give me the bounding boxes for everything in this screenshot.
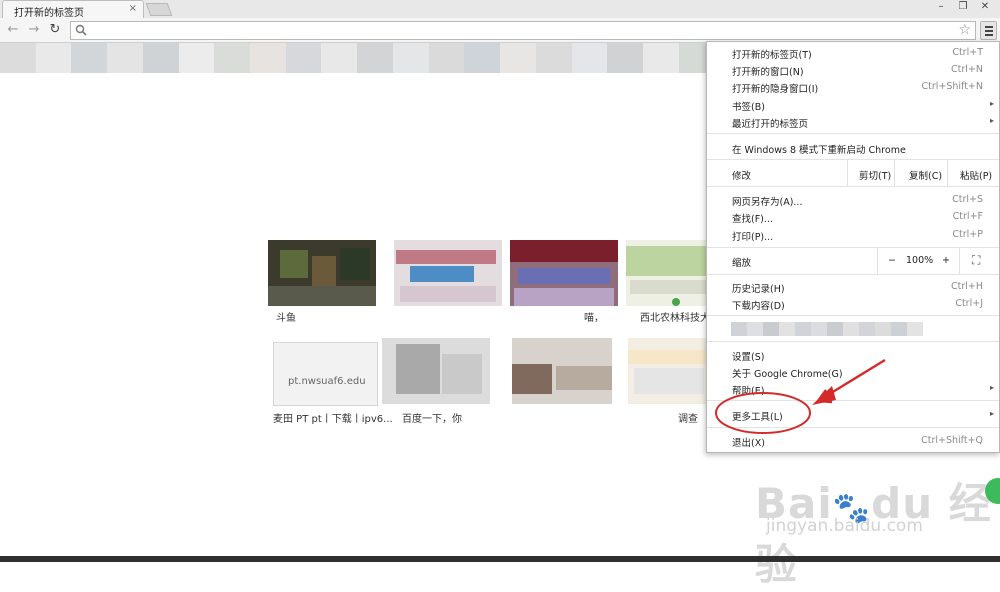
- baidu-jingyan-watermark-url: jingyan.baidu.com: [766, 516, 923, 536]
- taskbar-edge: [0, 556, 1000, 562]
- annotation-arrowhead: [812, 386, 836, 405]
- annotation-ellipse: [715, 392, 811, 434]
